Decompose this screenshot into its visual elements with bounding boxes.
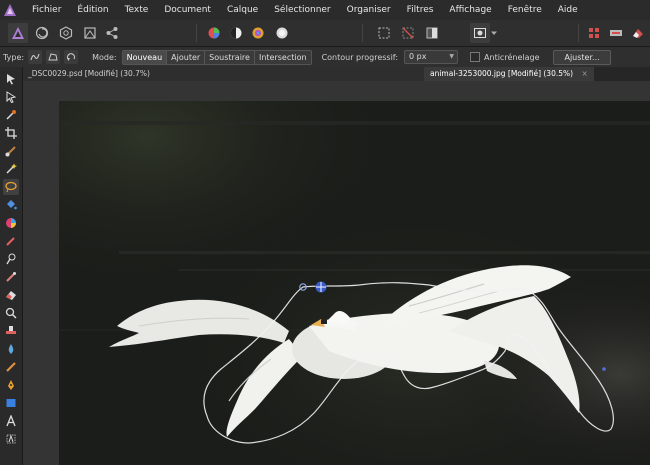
main-toolbar [0, 20, 650, 47]
deselect-icon[interactable] [398, 23, 418, 43]
mode-label: Mode: [92, 52, 117, 62]
dodge-icon[interactable] [3, 251, 19, 267]
node-tool-icon[interactable] [3, 89, 19, 105]
feather-label: Contour progressif: [321, 52, 399, 62]
snapping-grid-icon[interactable] [584, 23, 604, 43]
menu-bar: Fichier Édition Texte Document Calque Sé… [0, 0, 650, 20]
vector-pen-icon[interactable] [3, 377, 19, 393]
photo-persona-icon[interactable] [8, 23, 28, 43]
mode-intersection-button[interactable]: Intersection [254, 50, 311, 64]
smudge-icon[interactable] [3, 269, 19, 285]
swans-image [59, 101, 650, 465]
menu-aide[interactable]: Aide [550, 5, 586, 15]
paintbrush-icon[interactable] [3, 143, 19, 159]
assistant-options-icon[interactable] [606, 23, 626, 43]
gradient-icon[interactable] [3, 359, 19, 375]
stamp-icon[interactable] [3, 323, 19, 339]
menu-texte[interactable]: Texte [117, 5, 157, 15]
menu-calque[interactable]: Calque [219, 5, 266, 15]
eyedropper-icon[interactable] [3, 107, 19, 123]
zoom-icon[interactable] [3, 305, 19, 321]
feather-input[interactable]: 0 px ▼ [404, 50, 459, 64]
feather-dropdown-chevron-down-icon[interactable]: ▼ [449, 51, 454, 63]
menu-fichier[interactable]: Fichier [20, 5, 69, 15]
magic-selection-icon[interactable] [3, 161, 19, 177]
develop-persona-icon[interactable] [56, 23, 76, 43]
toolbar-separator [362, 24, 363, 42]
selection-mode-group: Nouveau Ajouter Soustraire Intersection [121, 49, 312, 65]
move-tool-icon[interactable] [3, 71, 19, 87]
antialias-label: Anticrénelage [484, 52, 540, 62]
flood-fill-icon[interactable] [3, 197, 19, 213]
eraser-icon[interactable] [3, 287, 19, 303]
toolbar-separator [578, 24, 579, 42]
select-all-icon[interactable] [374, 23, 394, 43]
auto-colors-icon[interactable] [248, 23, 268, 43]
affinity-photo-logo-icon[interactable] [0, 0, 20, 20]
quick-mask-dropdown-chevron-down-icon[interactable] [488, 23, 500, 43]
menu-filtres[interactable]: Filtres [399, 5, 442, 15]
freehand-selection-icon[interactable] [3, 179, 19, 195]
polygonal-type-icon[interactable] [46, 50, 61, 64]
pen-paint-icon[interactable] [3, 233, 19, 249]
liquify-persona-icon[interactable] [32, 23, 52, 43]
tab-animal-3253000-label: animal-3253000.jpg [Modifié] (30.5%) [430, 69, 574, 78]
freehand-type-icon[interactable] [28, 50, 43, 64]
export-persona-icon[interactable] [102, 23, 122, 43]
eraser-options-icon[interactable] [628, 23, 648, 43]
quick-mask-icon[interactable] [470, 23, 490, 43]
text-icon[interactable] [3, 413, 19, 429]
auto-levels-icon[interactable] [204, 23, 224, 43]
tab-animal-3253000[interactable]: animal-3253000.jpg [Modifié] (30.5%) × [424, 67, 594, 81]
crop-icon[interactable] [3, 125, 19, 141]
invert-selection-icon[interactable] [422, 23, 442, 43]
mode-nouveau-button[interactable]: Nouveau [122, 50, 168, 64]
menu-document[interactable]: Document [156, 5, 219, 15]
rectangle-icon[interactable] [3, 395, 19, 411]
document-tabs: _DSC0029.psd [Modifié] (30.7%) animal-32… [22, 67, 650, 81]
adjust-button[interactable]: Ajuster... [553, 49, 611, 65]
type-label: Type: [3, 52, 25, 62]
tab-dsc0029[interactable]: _DSC0029.psd [Modifié] (30.7%) [22, 67, 424, 81]
toolbar-separator [196, 24, 197, 42]
menu-fenetre[interactable]: Fenêtre [500, 5, 550, 15]
close-icon[interactable]: × [581, 69, 587, 78]
tools-panel [0, 67, 23, 465]
menu-affichage[interactable]: Affichage [441, 5, 499, 15]
mode-soustraire-button[interactable]: Soustraire [205, 50, 255, 64]
menu-organiser[interactable]: Organiser [339, 5, 399, 15]
blur-icon[interactable] [3, 341, 19, 357]
context-toolbar: Type: Mode: Nouveau Ajouter Soustraire I… [0, 47, 650, 67]
tone-mapping-persona-icon[interactable] [80, 23, 100, 43]
tab-dsc0029-label: _DSC0029.psd [Modifié] (30.7%) [28, 69, 150, 78]
menu-edition[interactable]: Édition [69, 5, 116, 15]
magnetic-type-icon[interactable] [64, 50, 79, 64]
auto-white-balance-icon[interactable] [272, 23, 292, 43]
color-wheel-icon[interactable] [3, 215, 19, 231]
feather-value: 0 px [409, 52, 427, 61]
swans-photo[interactable] [59, 101, 650, 465]
auto-contrast-icon[interactable] [226, 23, 246, 43]
antialias-checkbox[interactable] [470, 52, 481, 62]
mode-ajouter-button[interactable]: Ajouter [167, 50, 206, 64]
menu-selectionner[interactable]: Sélectionner [266, 5, 338, 15]
artistic-text-icon[interactable] [3, 431, 19, 447]
